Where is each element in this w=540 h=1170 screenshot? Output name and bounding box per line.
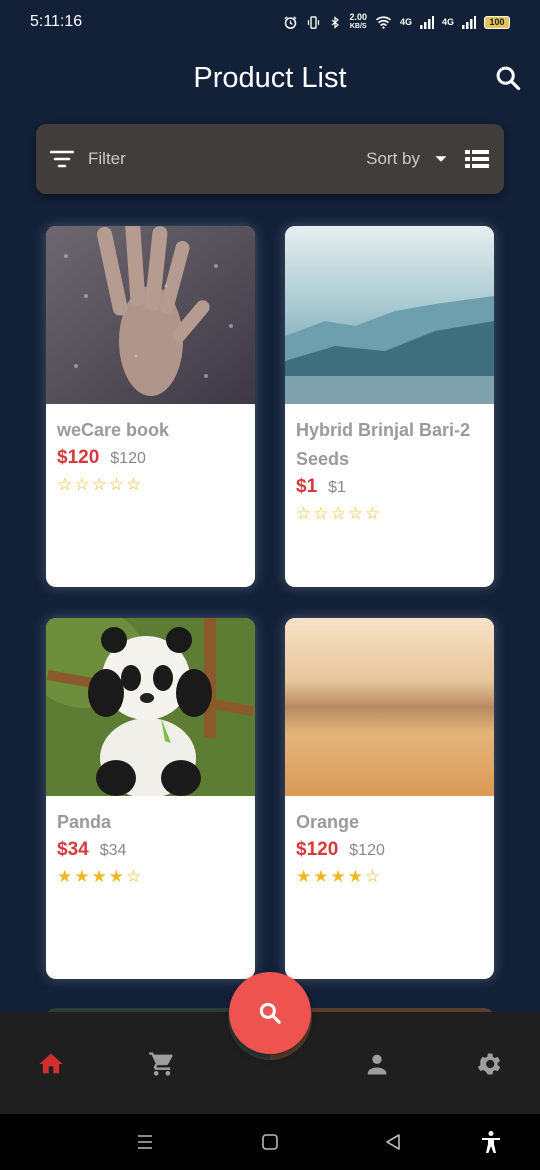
star-empty-icon: ☆ (126, 475, 144, 494)
network-type-2: 4G (441, 16, 454, 27)
rating-stars: ★★★★☆ (296, 867, 483, 887)
product-original-price: $1 (328, 479, 346, 496)
sort-dropdown[interactable]: Sort by (366, 149, 420, 169)
filter-icon (50, 150, 74, 168)
home-square-icon[interactable] (261, 1133, 279, 1151)
filter-button[interactable]: Filter (50, 149, 366, 169)
product-title: weCare book (57, 420, 170, 440)
home-icon[interactable] (37, 1050, 65, 1078)
star-empty-icon: ☆ (330, 504, 348, 523)
product-original-price: $120 (110, 450, 146, 467)
page-title: Product List (193, 61, 347, 94)
product-price: $120 (296, 839, 339, 860)
search-icon[interactable] (494, 64, 522, 92)
product-image (285, 618, 494, 796)
star-empty-icon: ☆ (296, 504, 314, 523)
product-price: $34 (57, 839, 89, 860)
signal-icon (419, 15, 434, 29)
star-empty-icon: ☆ (126, 867, 144, 886)
star-filled-icon: ★ (347, 867, 365, 886)
product-card[interactable]: Hybrid Brinjal Bari-2 Seeds $1 $1 ☆☆☆☆☆ (285, 226, 494, 587)
star-empty-icon: ☆ (365, 867, 383, 886)
filter-bar: Filter Sort by (36, 124, 504, 194)
cart-icon[interactable] (148, 1050, 176, 1078)
vibrate-icon (308, 15, 320, 29)
star-empty-icon: ☆ (74, 475, 92, 494)
product-original-price: $120 (349, 842, 385, 859)
product-image (46, 226, 255, 404)
back-icon[interactable] (384, 1133, 402, 1151)
product-card[interactable]: Panda $34 $34 ★★★★☆ (46, 618, 255, 979)
star-filled-icon: ★ (91, 867, 109, 886)
signal-icon-2 (462, 15, 476, 29)
product-title: Panda (57, 812, 112, 832)
product-title: Hybrid Brinjal Bari-2 Seeds (296, 420, 471, 469)
star-filled-icon: ★ (296, 867, 314, 886)
status-time: 5:11:16 (30, 13, 83, 30)
alarm-icon (284, 15, 297, 29)
rating-stars: ★★★★☆ (57, 867, 244, 887)
wifi-icon (375, 16, 392, 29)
star-filled-icon: ★ (313, 867, 331, 886)
product-price: $120 (57, 447, 100, 468)
person-icon[interactable] (363, 1050, 391, 1078)
search-fab[interactable] (229, 972, 311, 1054)
status-icons: 2.00 KB/S 4G 4G 100 (283, 13, 510, 31)
product-price: $1 (296, 476, 318, 497)
accessibility-icon[interactable] (480, 1130, 502, 1154)
rating-stars: ☆☆☆☆☆ (296, 504, 483, 524)
star-empty-icon: ☆ (91, 475, 109, 494)
list-view-icon[interactable] (464, 148, 490, 170)
product-image (46, 618, 255, 796)
star-empty-icon: ☆ (347, 504, 365, 523)
rating-stars: ☆☆☆☆☆ (57, 475, 244, 495)
status-bar: 5:11:16 2.00 KB/S 4G 4G 100 (0, 0, 540, 44)
dropdown-arrow-icon[interactable] (430, 148, 452, 170)
star-empty-icon: ☆ (108, 475, 126, 494)
network-speed: 2.00 KB/S (349, 12, 367, 31)
star-empty-icon: ☆ (57, 475, 75, 494)
app-bar: Product List (0, 44, 540, 112)
star-empty-icon: ☆ (313, 504, 331, 523)
star-empty-icon: ☆ (365, 504, 383, 523)
product-image (285, 226, 494, 404)
battery-icon: 100 (484, 15, 510, 29)
bluetooth-icon (332, 15, 340, 29)
product-title: Orange (296, 812, 360, 832)
product-original-price: $34 (99, 842, 127, 859)
filter-label: Filter (88, 149, 126, 168)
star-filled-icon: ★ (74, 867, 92, 886)
product-card[interactable]: Orange $120 $120 ★★★★☆ (285, 618, 494, 979)
star-filled-icon: ★ (108, 867, 126, 886)
product-card[interactable]: weCare book $120 $120 ☆☆☆☆☆ (46, 226, 255, 587)
network-type-1: 4G (399, 16, 412, 27)
search-icon (259, 1002, 281, 1024)
menu-icon[interactable] (136, 1133, 154, 1151)
star-filled-icon: ★ (57, 867, 75, 886)
settings-icon[interactable] (475, 1050, 503, 1078)
star-filled-icon: ★ (330, 867, 348, 886)
